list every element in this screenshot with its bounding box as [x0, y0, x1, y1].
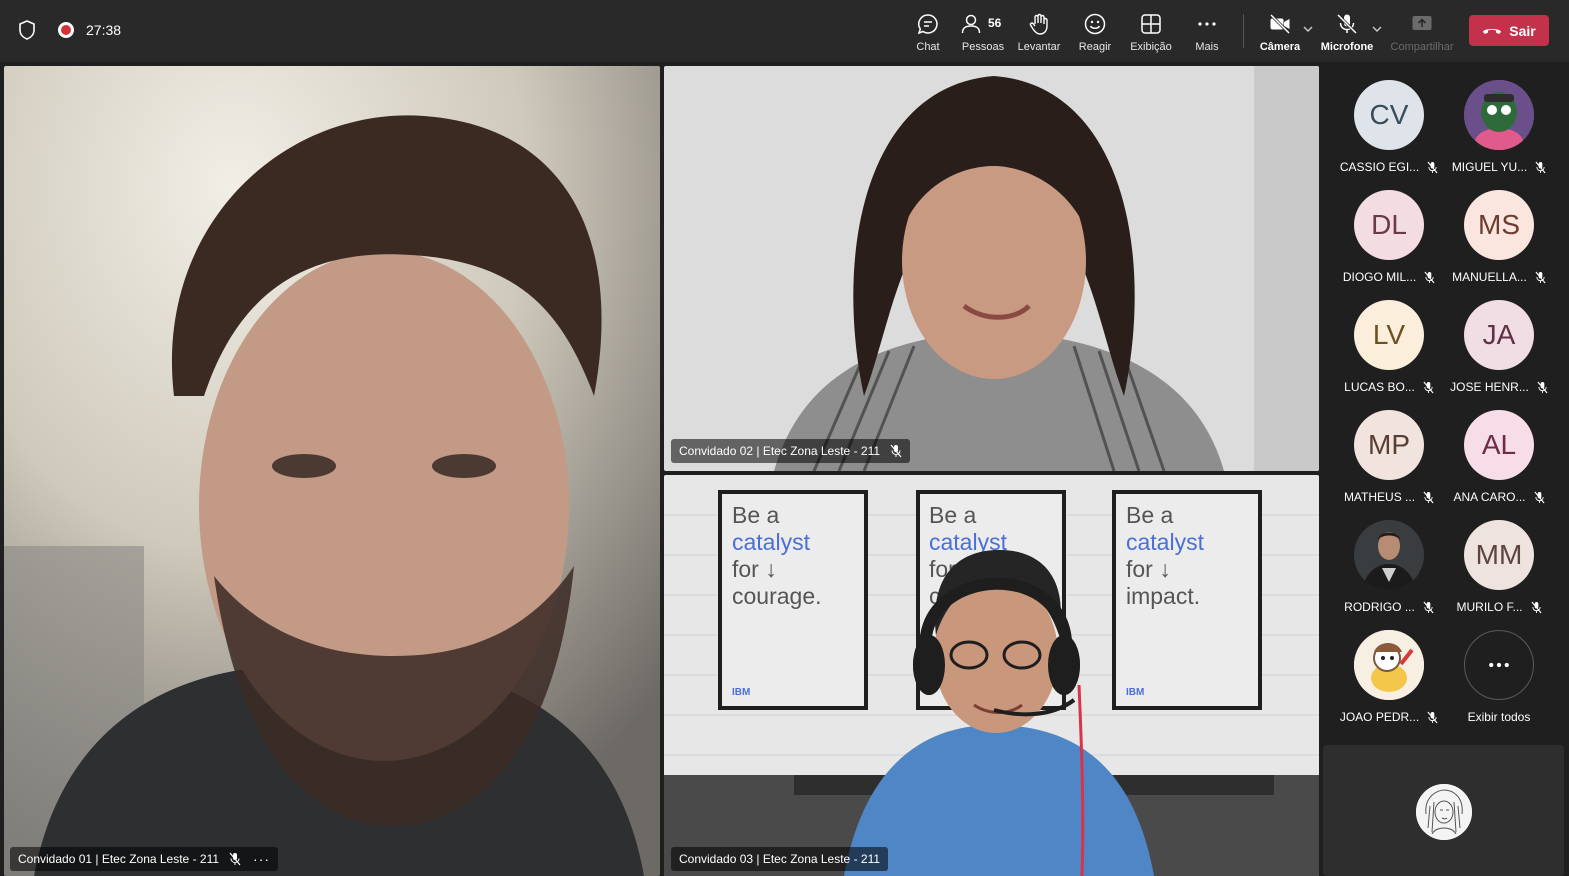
participant-card[interactable]: MM MURILO F... — [1449, 520, 1549, 614]
people-button[interactable]: 56 Pessoas — [955, 10, 1011, 56]
speaker-figure — [913, 550, 1080, 733]
video-tile-guest-02[interactable]: Convidado 02 | Etec Zona Leste - 211 — [664, 66, 1319, 471]
participant-card[interactable]: MP MATHEUS ... — [1339, 410, 1439, 504]
mic-off-icon — [1537, 381, 1548, 393]
self-view-tile[interactable] — [1323, 745, 1564, 876]
avatar — [1354, 520, 1424, 590]
sketch-avatar-image — [1416, 784, 1472, 840]
react-button[interactable]: Reagir — [1067, 10, 1123, 56]
smiley-icon — [1084, 13, 1106, 35]
mic-off-icon — [1427, 161, 1438, 173]
avatar: LV — [1354, 300, 1424, 370]
avatar — [1416, 784, 1472, 840]
participant-name-label: Convidado 02 | Etec Zona Leste - 211 — [671, 439, 911, 463]
mic-off-icon — [1423, 491, 1434, 503]
participant-name-label: Convidado 01 | Etec Zona Leste - 211 ··· — [10, 847, 279, 871]
meeting-timer: 27:38 — [86, 22, 122, 38]
mic-off-icon — [1427, 711, 1438, 723]
participant-card[interactable]: RODRIGO ... — [1339, 520, 1439, 614]
participant-card[interactable]: LV LUCAS BO... — [1339, 300, 1439, 394]
cartoon-avatar-image — [1464, 80, 1534, 150]
more-button[interactable]: Mais — [1179, 10, 1235, 56]
people-count: 56 — [988, 16, 1002, 30]
mic-off-icon — [1423, 601, 1434, 613]
avatar: MS — [1464, 190, 1534, 260]
mic-off-icon — [1535, 271, 1546, 283]
more-options-icon[interactable]: ··· — [253, 851, 270, 867]
video-tile-guest-01[interactable]: Convidado 01 | Etec Zona Leste - 211 ··· — [4, 66, 660, 876]
camera-off-icon — [1269, 13, 1291, 35]
participant-card[interactable]: DL DIOGO MIL... — [1339, 190, 1439, 284]
microphone-button[interactable]: Microfone — [1319, 10, 1375, 56]
cartoon-avatar-image — [1354, 630, 1424, 700]
share-screen-icon — [1412, 16, 1432, 30]
mic-off-icon — [1424, 271, 1435, 283]
shield-icon — [19, 20, 35, 40]
chevron-down-icon[interactable] — [1370, 22, 1384, 36]
leave-button[interactable]: Sair — [1469, 15, 1549, 46]
more-icon — [1464, 630, 1534, 700]
avatar: MM — [1464, 520, 1534, 590]
meeting-toolbar: 27:38 Chat 56 Pessoas Levantar Reagir Ex… — [0, 0, 1569, 62]
raise-hand-icon — [1029, 13, 1048, 35]
participant-card[interactable]: CV CASSIO EGI... — [1339, 80, 1439, 174]
share-button[interactable]: Compartilhar — [1388, 10, 1456, 56]
camera-button[interactable]: Câmera — [1252, 10, 1308, 56]
recording-icon — [58, 22, 74, 38]
mic-off-icon — [890, 444, 902, 458]
participant-video — [664, 66, 1319, 471]
chat-button[interactable]: Chat — [900, 10, 956, 56]
avatar: JA — [1464, 300, 1534, 370]
toolbar-divider — [1243, 14, 1244, 48]
mic-off-icon — [1530, 601, 1542, 613]
participant-name-label: Convidado 03 | Etec Zona Leste - 211 — [671, 847, 889, 871]
participant-card[interactable]: JA JOSE HENR... — [1449, 300, 1549, 394]
show-all-button[interactable]: Exibir todos — [1449, 630, 1549, 724]
photo-avatar-image — [1354, 520, 1424, 590]
avatar — [1464, 80, 1534, 150]
view-button[interactable]: Exibição — [1123, 10, 1179, 56]
participant-card[interactable]: MS MANUELLA... — [1449, 190, 1549, 284]
avatar: DL — [1354, 190, 1424, 260]
avatar: CV — [1354, 80, 1424, 150]
mic-off-icon — [1336, 13, 1358, 35]
mic-off-icon — [229, 852, 241, 866]
avatar — [1354, 630, 1424, 700]
people-icon — [961, 14, 981, 34]
chat-icon — [917, 14, 938, 35]
video-tile-guest-03[interactable]: Be a catalyst for ↓ courage. IBM Be a ca… — [664, 475, 1319, 876]
participant-video — [4, 66, 660, 876]
more-icon — [1198, 22, 1216, 26]
participant-card[interactable]: MIGUEL YU... — [1449, 80, 1549, 174]
meeting-status: 27:38 — [18, 20, 121, 40]
participant-card[interactable]: AL ANA CARO... — [1449, 410, 1549, 504]
avatar: MP — [1354, 410, 1424, 480]
chevron-down-icon[interactable] — [1301, 22, 1315, 36]
hang-up-icon — [1483, 28, 1502, 34]
avatar: AL — [1464, 410, 1534, 480]
mic-off-icon — [1423, 381, 1434, 393]
raise-hand-button[interactable]: Levantar — [1011, 10, 1067, 56]
mic-off-icon — [1535, 161, 1546, 173]
participant-card[interactable]: JOAO PEDR... — [1339, 630, 1439, 724]
mic-off-icon — [1534, 491, 1545, 503]
layout-grid-icon — [1141, 14, 1161, 34]
